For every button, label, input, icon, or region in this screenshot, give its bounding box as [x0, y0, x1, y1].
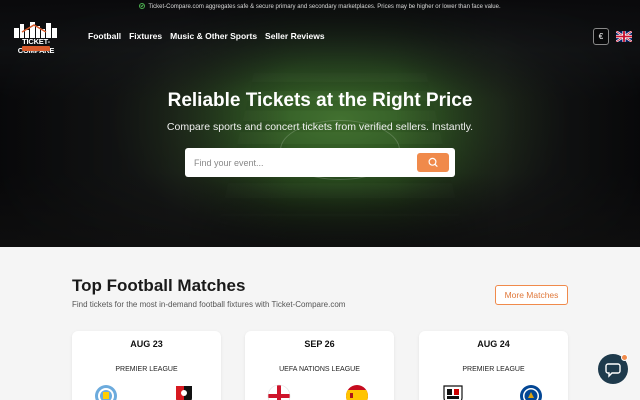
match-league: UEFA NATIONS LEAGUE — [279, 366, 360, 373]
nav-football[interactable]: Football — [88, 31, 121, 41]
fulham-crest-icon — [443, 385, 463, 400]
uk-flag-icon[interactable] — [616, 31, 632, 42]
nav-seller-reviews[interactable]: Seller Reviews — [265, 31, 325, 41]
match-league: PREMIER LEAGUE — [462, 366, 525, 373]
match-date: AUG 23 — [130, 339, 163, 349]
spain-flag-icon — [346, 385, 368, 400]
more-matches-button[interactable]: More Matches — [495, 285, 568, 305]
logo-ribbon — [22, 46, 50, 51]
section-subtitle: Find tickets for the most in-demand foot… — [72, 300, 346, 309]
hero-title: Reliable Tickets at the Right Price — [167, 90, 473, 111]
nav-fixtures[interactable]: Fixtures — [129, 31, 162, 41]
notification-dot — [621, 354, 628, 361]
match-date: AUG 24 — [477, 339, 510, 349]
section-title: Top Football Matches — [72, 276, 246, 295]
skyline-logo-icon — [14, 22, 57, 38]
chat-button[interactable] — [598, 354, 628, 384]
currency-selector[interactable]: € — [593, 28, 609, 45]
trust-notice-text: Ticket-Compare.com aggregates safe & sec… — [148, 4, 501, 10]
trust-notice: Ticket-Compare.com aggregates safe & sec… — [0, 3, 640, 10]
match-card[interactable]: AUG 23 PREMIER LEAGUE — [72, 331, 221, 400]
nav-music-other-sports[interactable]: Music & Other Sports — [170, 31, 257, 41]
top-matches-section: Top Football Matches Find tickets for th… — [0, 247, 640, 400]
site-logo[interactable]: TICKET-COMPARE — [8, 20, 64, 55]
chelsea-crest-icon — [520, 385, 542, 400]
search-input[interactable] — [194, 154, 404, 171]
match-card[interactable]: SEP 26 UEFA NATIONS LEAGUE — [245, 331, 394, 400]
man-city-crest-icon — [95, 385, 117, 400]
england-flag-icon — [267, 384, 291, 400]
search-bar — [185, 148, 455, 177]
search-button[interactable] — [417, 153, 449, 172]
match-date: SEP 26 — [304, 339, 335, 349]
main-nav: Football Fixtures Music & Other Sports S… — [88, 31, 325, 41]
check-circle-icon — [139, 3, 146, 9]
match-league: PREMIER LEAGUE — [115, 366, 178, 373]
search-icon — [428, 157, 438, 167]
bournemouth-crest-icon — [176, 386, 192, 400]
match-card[interactable]: AUG 24 PREMIER LEAGUE — [419, 331, 568, 400]
hero-subtitle: Compare sports and concert tickets from … — [166, 121, 474, 133]
